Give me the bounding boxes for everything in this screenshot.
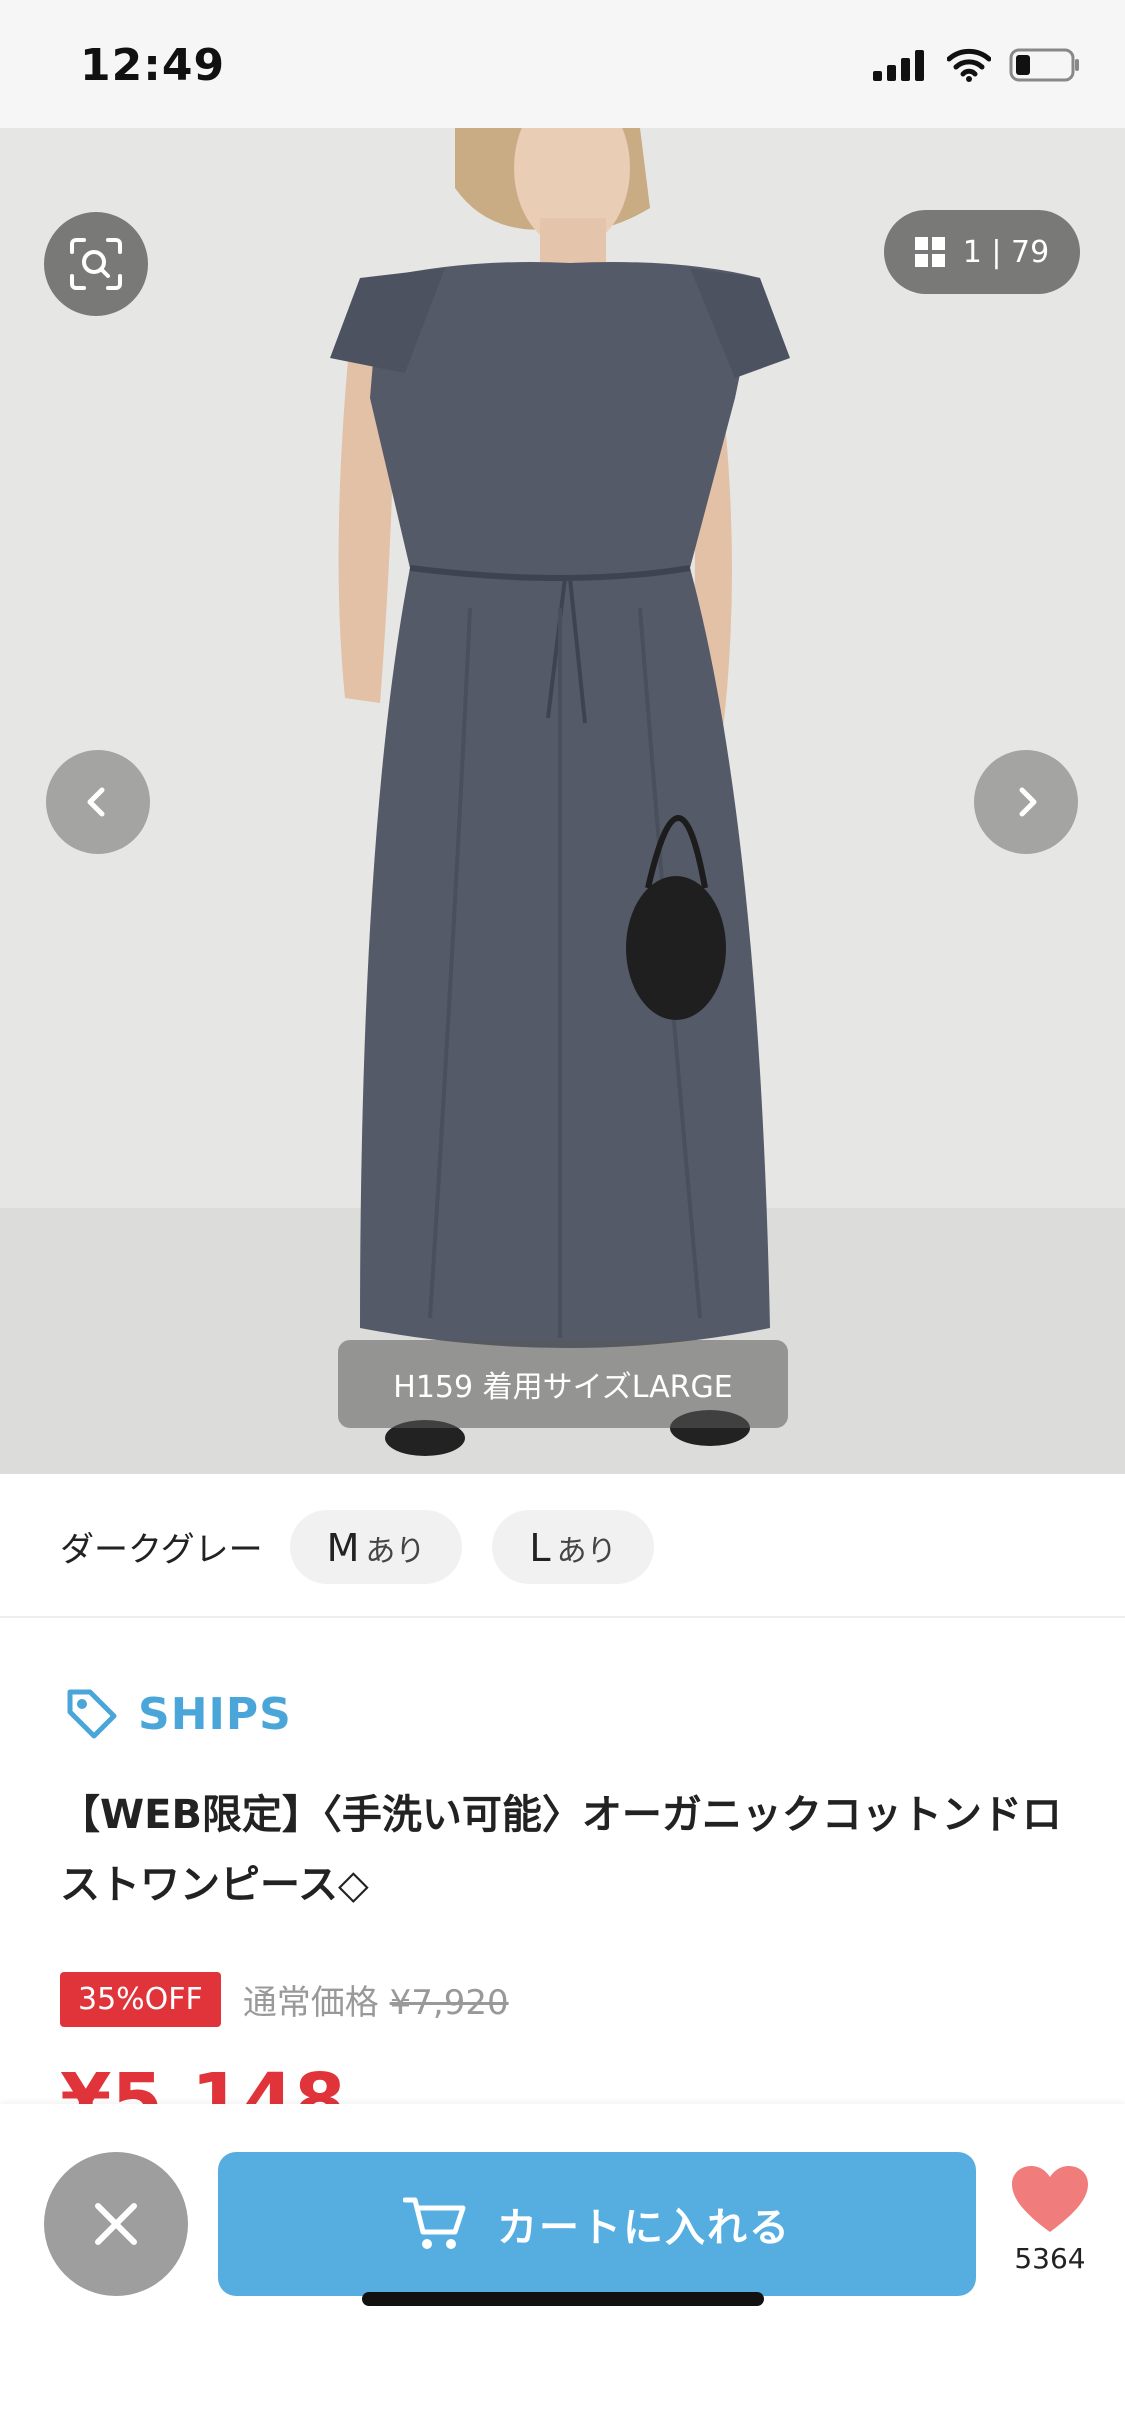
discount-badge: 35%OFF (60, 1972, 221, 2027)
bottom-action-bar: カートに入れる 5364 (0, 2104, 1125, 2436)
home-indicator (362, 2292, 764, 2306)
status-icons (873, 48, 1081, 82)
status-time: 12:49 (80, 40, 226, 91)
close-button[interactable] (44, 2152, 188, 2296)
regular-price-text: 通常価格 ¥7,920 (243, 1975, 509, 2024)
signal-icon (873, 50, 924, 81)
price-row: 35%OFF 通常価格 ¥7,920 (60, 1972, 509, 2027)
regular-price: ¥7,920 (389, 1983, 509, 2023)
product-photo-image (0, 128, 1125, 1474)
tag-icon (67, 1689, 117, 1739)
heart-icon (1012, 2166, 1088, 2232)
regular-price-label: 通常価格 (242, 1983, 379, 2023)
size-availability: あり (556, 1534, 617, 1569)
image-counter: 1 | 79 (962, 234, 1050, 270)
chevron-right-icon (1019, 787, 1037, 817)
close-icon (95, 2203, 137, 2245)
like-button[interactable]: 5364 (1000, 2164, 1100, 2275)
next-image-button[interactable] (974, 750, 1078, 854)
scan-search-icon (70, 238, 122, 290)
color-label: ダークグレー (60, 1530, 263, 1570)
add-to-cart-label: カートに入れる (497, 2205, 791, 2251)
cart-icon (403, 2197, 466, 2249)
variant-row: ダークグレー M あり L あり (0, 1474, 1125, 1618)
size-availability: あり (365, 1534, 426, 1569)
like-count: 5364 (1014, 2242, 1086, 2275)
size-chip-m[interactable]: M あり (290, 1510, 462, 1584)
image-caption: H159 着用サイズLARGE (338, 1340, 788, 1428)
brand-link[interactable]: SHIPS (64, 1686, 292, 1742)
product-title: 【WEB限定】〈手洗い可能〉オーガニックコットンドロストワンピース◇ (60, 1792, 1062, 1908)
add-to-cart-button[interactable]: カートに入れる (218, 2152, 976, 2296)
status-bar: 12:49 (0, 0, 1125, 128)
size-label: M (326, 1526, 360, 1570)
wifi-icon (947, 48, 991, 82)
previous-image-button[interactable] (46, 750, 150, 854)
grid-icon (914, 237, 945, 267)
size-label: L (529, 1526, 551, 1570)
brand-name: SHIPS (138, 1688, 292, 1740)
size-chip-l[interactable]: L あり (492, 1510, 654, 1584)
product-photo[interactable]: 1 | 79 H159 着用サイズLARGE (0, 128, 1125, 1474)
chevron-left-icon (87, 787, 105, 817)
visual-search-button[interactable] (44, 212, 148, 316)
image-counter-button[interactable]: 1 | 79 (884, 210, 1080, 294)
battery-icon (1009, 48, 1079, 82)
